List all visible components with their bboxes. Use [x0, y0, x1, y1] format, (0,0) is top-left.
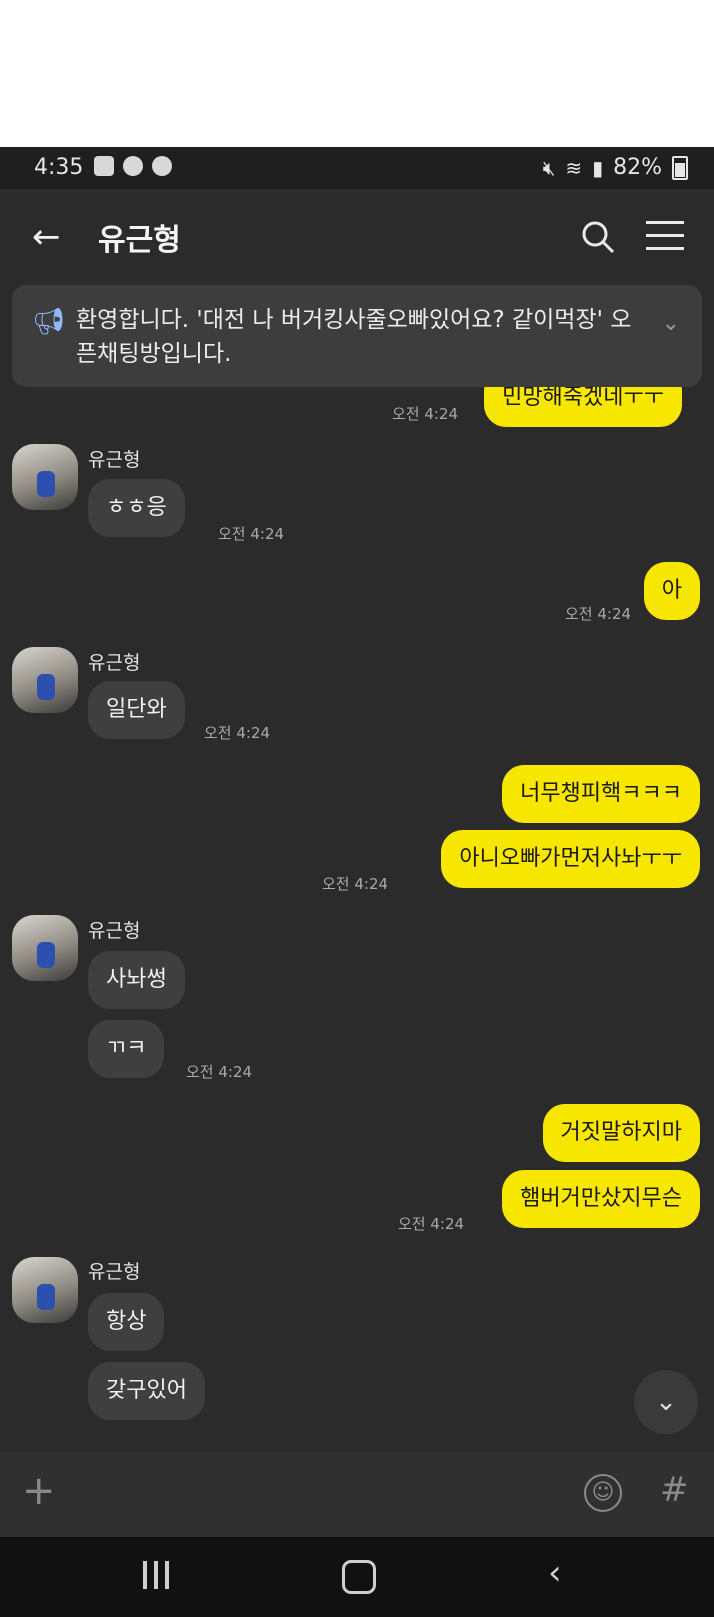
message-time: 오전 4:24 — [565, 605, 632, 623]
message-time: 오전 4:24 — [392, 405, 459, 423]
message-input-bar[interactable]: + ☺ # — [0, 1452, 714, 1537]
gallery-icon — [94, 156, 114, 176]
avatar[interactable] — [12, 647, 78, 713]
their-message[interactable]: ㄲㅋ — [88, 1020, 165, 1078]
phone-screen: 4:35 🔇︎ ≋ ▮ 82% ← 유근형 📢︎ 환영합니다. '대전 나 버거… — [0, 147, 714, 1617]
sender-name: 유근형 — [88, 652, 141, 674]
sender-name: 유근형 — [88, 1261, 141, 1283]
top-blank-area — [0, 0, 714, 147]
mute-icon: 🔇︎ — [542, 155, 556, 180]
sender-name: 유근형 — [88, 449, 141, 471]
battery-icon — [672, 155, 688, 180]
their-message[interactable]: 사놔썽 — [88, 951, 185, 1009]
my-message[interactable]: 거짓말하지마 — [542, 1104, 700, 1162]
message-time: 오전 4:24 — [204, 724, 271, 742]
chat-messages[interactable]: 민망해죽겠네ㅜㅜ 오전 4:24 유근형 ㅎㅎ응 오전 4:24 아 오전 4:… — [0, 387, 714, 1592]
notice-banner[interactable]: 📢︎ 환영합니다. '대전 나 버거킹사줄오빠있어요? 같이먹장' 오픈채팅방입… — [12, 285, 702, 387]
search-icon[interactable] — [580, 219, 616, 255]
avatar[interactable] — [12, 444, 78, 510]
my-message[interactable]: 햄버거만샀지무슨 — [502, 1170, 700, 1228]
recent-apps-icon[interactable] — [143, 1561, 169, 1589]
message-time: 오전 4:24 — [218, 525, 285, 543]
sender-name: 유근형 — [88, 920, 141, 942]
scroll-to-bottom-button[interactable]: ⌄ — [634, 1370, 698, 1434]
emoji-icon[interactable]: ☺ — [584, 1474, 622, 1512]
chat-title: 유근형 — [98, 223, 181, 258]
their-message[interactable]: 일단와 — [88, 681, 185, 739]
my-message[interactable]: 너무챙피핵ㅋㅋㅋ — [502, 765, 700, 823]
their-message[interactable]: 항상 — [88, 1293, 165, 1351]
message-time: 오전 4:24 — [322, 875, 389, 893]
chevron-down-icon[interactable]: ⌄ — [662, 311, 680, 336]
menu-icon[interactable] — [646, 221, 684, 251]
wifi-icon: ≋ — [565, 155, 583, 180]
system-icons: 🔇︎ ≋ ▮ 82% — [543, 155, 688, 180]
signal-icon: ▮ — [592, 155, 604, 180]
status-time: 4:35 — [34, 155, 84, 180]
kakaotalk-icon — [152, 156, 172, 176]
battery-percent: 82% — [613, 155, 662, 180]
notice-text: 환영합니다. '대전 나 버거킹사줄오빠있어요? 같이먹장' 오픈채팅방입니다. — [76, 307, 632, 367]
status-bar: 4:35 🔇︎ ≋ ▮ 82% — [0, 147, 714, 189]
message-time: 오전 4:24 — [186, 1063, 253, 1081]
my-message[interactable]: 민망해죽겠네ㅜㅜ — [484, 387, 682, 427]
message-time: 오전 4:24 — [398, 1215, 465, 1233]
my-message[interactable]: 아 — [643, 562, 700, 620]
android-nav-bar: ‹ — [0, 1537, 714, 1617]
megaphone-icon: 📢︎ — [32, 307, 66, 337]
notification-icons — [94, 156, 172, 176]
my-message[interactable]: 아니오빠가먼저사놔ㅜㅜ — [441, 830, 700, 888]
chat-bubble-icon — [123, 156, 143, 176]
their-message[interactable]: 갖구있어 — [88, 1362, 205, 1420]
hashtag-icon[interactable]: # — [660, 1470, 689, 1510]
chat-header: ← 유근형 — [0, 189, 714, 285]
avatar[interactable] — [12, 915, 78, 981]
their-message[interactable]: ㅎㅎ응 — [88, 479, 185, 537]
avatar[interactable] — [12, 1257, 78, 1323]
plus-icon[interactable]: + — [22, 1468, 56, 1514]
nav-back-icon[interactable]: ‹ — [548, 1553, 562, 1593]
back-arrow-icon[interactable]: ← — [32, 217, 61, 257]
home-icon[interactable] — [342, 1560, 376, 1594]
